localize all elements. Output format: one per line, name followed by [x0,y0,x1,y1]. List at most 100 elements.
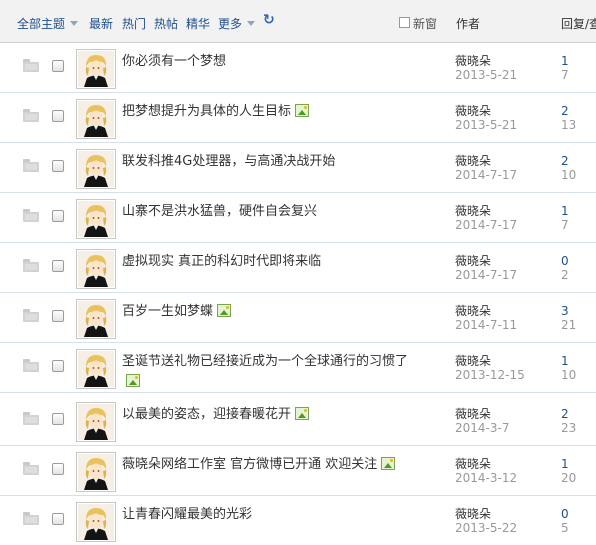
view-count: 21 [561,318,577,332]
tab-digest[interactable]: 精华 [186,15,210,32]
thread-author[interactable]: 薇晓朵 [455,304,491,318]
thread-title-text[interactable]: 虚拟现实 真正的科幻时代即将来临 [122,254,321,269]
view-count: 13 [561,118,577,132]
tab-latest[interactable]: 最新 [89,15,113,32]
more-dropdown[interactable]: 更多 [218,15,256,32]
filter-dropdown[interactable]: 全部主题 [17,15,79,32]
thread-date: 2013-5-22 [455,521,518,535]
avatar[interactable] [76,452,116,492]
thread-title[interactable]: 让青春闪耀最美的光彩 [122,505,412,525]
view-count: 7 [561,68,569,82]
view-count: 7 [561,218,569,232]
thread-row: 百岁一生如梦蝶 薇晓朵 2014-7-11 3 21 [0,293,596,343]
folder-icon [23,359,39,372]
thread-row: 联发科推4G处理器，与高通决战开始 薇晓朵 2014-7-17 2 10 [0,143,596,193]
thread-author[interactable]: 薇晓朵 [455,104,491,118]
thread-row: 你必须有一个梦想 薇晓朵 2013-5-21 1 7 [0,43,596,93]
thread-checkbox[interactable] [52,360,64,372]
thread-author[interactable]: 薇晓朵 [455,204,491,218]
thread-checkbox[interactable] [52,260,64,272]
thread-title[interactable]: 把梦想提升为具体的人生目标 [122,102,412,122]
thread-title[interactable]: 虚拟现实 真正的科幻时代即将来临 [122,252,412,272]
folder-icon [23,309,39,322]
chevron-down-icon [247,21,256,26]
thread-list-page: 全部主题 最新 热门 热帖 精华 更多 ↻ 新窗 作者 回复/查 你必须有一个梦… [0,0,596,545]
thread-author[interactable]: 薇晓朵 [455,407,491,421]
avatar[interactable] [76,149,116,189]
folder-icon [23,59,39,72]
thread-title-text[interactable]: 山寨不是洪水猛兽，硬件自会复兴 [122,204,317,219]
thread-title-text[interactable]: 薇晓朵网络工作室 官方微博已开通 欢迎关注 [122,457,377,472]
image-attachment-icon [126,374,140,387]
thread-title[interactable]: 圣诞节送礼物已经接近成为一个全球通行的习惯了 [122,352,412,392]
avatar[interactable] [76,199,116,239]
tab-hot-posts[interactable]: 热帖 [154,15,178,32]
thread-checkbox[interactable] [52,210,64,222]
new-window-checkbox[interactable] [399,17,410,28]
thread-checkbox[interactable] [52,463,64,475]
avatar[interactable] [76,99,116,139]
thread-title-text[interactable]: 百岁一生如梦蝶 [122,304,213,319]
reply-count[interactable]: 1 [561,354,569,368]
thread-checkbox[interactable] [52,413,64,425]
tab-hot[interactable]: 热门 [122,15,146,32]
refresh-icon[interactable]: ↻ [263,12,275,28]
thread-checkbox[interactable] [52,160,64,172]
thread-title-text[interactable]: 让青春闪耀最美的光彩 [122,507,252,522]
thread-date: 2013-5-21 [455,68,518,82]
reply-count[interactable]: 2 [561,407,569,421]
image-attachment-icon [295,104,310,117]
avatar[interactable] [76,249,116,289]
view-count: 2 [561,268,569,282]
new-window-label: 新窗 [413,17,438,31]
folder-icon [23,512,39,525]
thread-author[interactable]: 薇晓朵 [455,354,491,368]
thread-author[interactable]: 薇晓朵 [455,254,491,268]
thread-date: 2014-3-7 [455,421,510,435]
filter-label: 全部主题 [17,17,66,31]
thread-title-text[interactable]: 把梦想提升为具体的人生目标 [122,104,291,119]
thread-title[interactable]: 百岁一生如梦蝶 [122,302,412,322]
thread-title[interactable]: 以最美的姿态，迎接春暖花开 [122,405,412,425]
thread-checkbox[interactable] [52,513,64,525]
reply-count[interactable]: 2 [561,154,569,168]
thread-date: 2013-12-15 [455,368,525,382]
thread-title[interactable]: 联发科推4G处理器，与高通决战开始 [122,152,412,172]
thread-author[interactable]: 薇晓朵 [455,507,491,521]
author-column-header: 作者 [456,17,481,31]
thread-list-header: 全部主题 最新 热门 热帖 精华 更多 ↻ 新窗 作者 回复/查 [0,0,596,43]
reply-count[interactable]: 1 [561,204,569,218]
image-attachment-icon [295,407,310,420]
thread-title-text[interactable]: 圣诞节送礼物已经接近成为一个全球通行的习惯了 [122,354,408,369]
reply-count[interactable]: 1 [561,54,569,68]
view-count: 23 [561,421,577,435]
reply-count[interactable]: 0 [561,507,569,521]
view-count: 10 [561,168,577,182]
thread-row: 圣诞节送礼物已经接近成为一个全球通行的习惯了 薇晓朵 2013-12-15 1 … [0,343,596,393]
thread-title[interactable]: 山寨不是洪水猛兽，硬件自会复兴 [122,202,412,222]
thread-checkbox[interactable] [52,110,64,122]
reply-count[interactable]: 3 [561,304,569,318]
thread-title[interactable]: 薇晓朵网络工作室 官方微博已开通 欢迎关注 [122,455,412,475]
thread-title-text[interactable]: 联发科推4G处理器，与高通决战开始 [122,154,335,169]
thread-checkbox[interactable] [52,60,64,72]
avatar[interactable] [76,502,116,542]
thread-author[interactable]: 薇晓朵 [455,54,491,68]
thread-title[interactable]: 你必须有一个梦想 [122,52,412,72]
avatar[interactable] [76,49,116,89]
thread-author[interactable]: 薇晓朵 [455,457,491,471]
avatar[interactable] [76,349,116,389]
folder-icon [23,412,39,425]
reply-count[interactable]: 1 [561,457,569,471]
thread-checkbox[interactable] [52,310,64,322]
folder-icon [23,462,39,475]
thread-title-text[interactable]: 以最美的姿态，迎接春暖花开 [122,407,291,422]
thread-title-text[interactable]: 你必须有一个梦想 [122,54,226,69]
avatar[interactable] [76,299,116,339]
avatar[interactable] [76,402,116,442]
thread-author[interactable]: 薇晓朵 [455,154,491,168]
folder-icon [23,209,39,222]
more-label: 更多 [218,17,243,31]
reply-count[interactable]: 0 [561,254,569,268]
reply-count[interactable]: 2 [561,104,569,118]
